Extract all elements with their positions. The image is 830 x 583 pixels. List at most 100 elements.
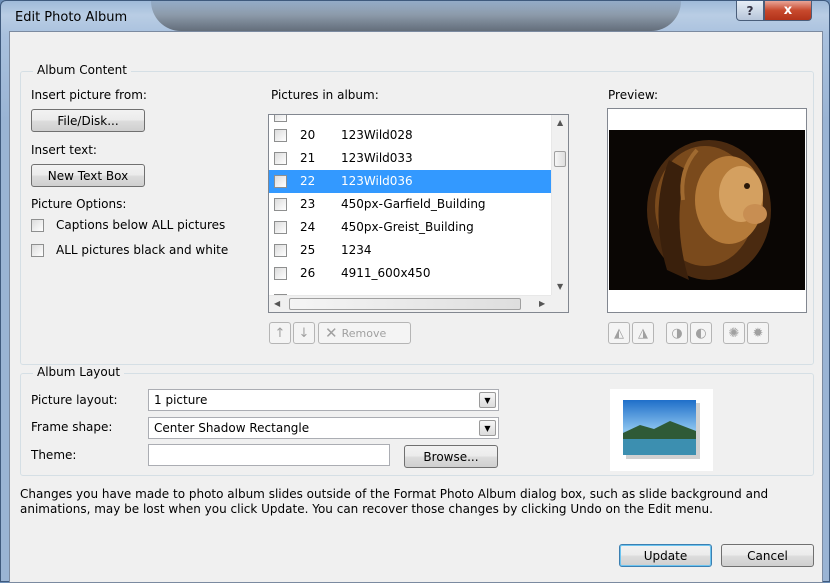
theme-input[interactable]	[148, 444, 390, 466]
close-icon: x	[783, 3, 793, 18]
scroll-down-icon[interactable]: ▼	[557, 283, 563, 291]
list-item-checkbox[interactable]	[274, 244, 287, 257]
list-item[interactable]: 26 4911_600x450	[269, 262, 552, 285]
pictures-list[interactable]: 20 123Wild028 21 123Wild033 22 123Wild036 23 45…	[268, 114, 569, 313]
list-item-number: 21	[300, 151, 316, 165]
move-down-button[interactable]: ↓	[293, 322, 315, 344]
frame-shape-select[interactable]: Center Shadow Rectangle ▼	[148, 417, 499, 439]
list-vertical-scrollbar[interactable]: ▲ ▼	[551, 115, 568, 296]
list-item[interactable]: 23 450px-Garfield_Building	[269, 193, 552, 216]
dialog-title: Edit Photo Album	[15, 10, 128, 25]
brightness-down-button[interactable]: ✹	[747, 322, 769, 344]
list-item[interactable]: 24 450px-Greist_Building	[269, 216, 552, 239]
list-item[interactable]: 25 1234	[269, 239, 552, 262]
remove-button-label: Remove	[341, 326, 387, 340]
list-item-checkbox[interactable]	[274, 152, 287, 165]
list-item-name: 450px-Garfield_Building	[341, 197, 486, 211]
contrast-down-button[interactable]: ◐	[690, 322, 712, 344]
captions-option-label[interactable]: Captions below ALL pictures	[56, 218, 225, 232]
list-item-checkbox[interactable]	[274, 129, 287, 142]
black-white-option-label[interactable]: ALL pictures black and white	[56, 243, 228, 257]
preview-label: Preview:	[608, 88, 659, 102]
frame-shape-value: Center Shadow Rectangle	[154, 421, 310, 435]
picture-options-label: Picture Options:	[31, 197, 127, 211]
brightness-up-button[interactable]: ✺	[723, 322, 745, 344]
remove-button[interactable]: ✕ Remove	[318, 322, 411, 344]
update-button[interactable]: Update	[619, 544, 712, 567]
list-item-number: 26	[300, 266, 316, 280]
list-item-name: 4911_600x450	[341, 266, 431, 280]
insert-text-label: Insert text:	[31, 143, 97, 157]
scroll-right-icon[interactable]: ▶	[539, 300, 545, 308]
browse-button[interactable]: Browse...	[404, 445, 498, 468]
dialog-window: Edit Photo Album ? x Album Content Inser…	[0, 0, 830, 583]
up-arrow-icon: ↑	[274, 325, 286, 341]
album-content-label: Album Content	[33, 63, 131, 77]
dialog-client-area: Album Content Insert picture from: File/…	[9, 31, 823, 583]
cancel-button[interactable]: Cancel	[721, 544, 814, 567]
horizontal-scroll-thumb[interactable]	[289, 298, 521, 310]
brightness-down-icon: ✹	[752, 325, 764, 341]
chevron-down-icon[interactable]: ▼	[479, 420, 496, 436]
list-item-checkbox[interactable]	[274, 221, 287, 234]
insert-picture-label: Insert picture from:	[31, 88, 147, 102]
list-item-number: 23	[300, 197, 316, 211]
new-text-box-button-label: New Text Box	[47, 168, 129, 183]
rotate-right-button[interactable]: ◮	[632, 322, 654, 344]
contrast-up-icon: ◑	[671, 325, 683, 341]
browse-button-label: Browse...	[423, 449, 479, 464]
remove-x-icon: ✕	[325, 324, 338, 342]
file-disk-button-label: File/Disk...	[57, 113, 119, 128]
contrast-up-button[interactable]: ◑	[666, 322, 688, 344]
scroll-left-icon[interactable]: ◀	[274, 300, 280, 308]
list-item-number: 24	[300, 220, 316, 234]
notice-text: Changes you have made to photo album sli…	[20, 487, 769, 516]
list-item-number: 22	[300, 174, 316, 188]
list-item-name: 123Wild033	[341, 151, 413, 165]
list-item-name: 123Wild036	[341, 174, 413, 188]
frame-shape-label: Frame shape:	[31, 420, 113, 434]
chevron-down-icon[interactable]: ▼	[479, 392, 496, 408]
lion-image	[609, 130, 805, 290]
rotate-left-button[interactable]: ◭	[608, 322, 630, 344]
picture-layout-value: 1 picture	[154, 393, 208, 407]
down-arrow-icon: ↓	[298, 325, 310, 341]
contrast-down-icon: ◐	[695, 325, 707, 341]
vertical-scroll-thumb[interactable]	[554, 151, 566, 167]
file-disk-button[interactable]: File/Disk...	[31, 109, 145, 132]
new-text-box-button[interactable]: New Text Box	[31, 164, 145, 187]
list-item-checkbox[interactable]	[274, 115, 287, 122]
preview-image	[609, 130, 805, 290]
close-button[interactable]: x	[764, 1, 812, 21]
picture-layout-select[interactable]: 1 picture ▼	[148, 389, 499, 411]
list-item[interactable]: 22 123Wild036	[269, 170, 552, 193]
list-item-number: 20	[300, 128, 316, 142]
update-button-label: Update	[643, 548, 688, 563]
move-up-button[interactable]: ↑	[269, 322, 291, 344]
list-item[interactable]: 21 123Wild033	[269, 147, 552, 170]
list-item[interactable]: 20 123Wild028	[269, 124, 552, 147]
list-horizontal-scrollbar[interactable]: ◀ ▶	[269, 295, 552, 312]
pictures-in-album-label: Pictures in album:	[271, 88, 379, 102]
rotate-left-icon: ◭	[614, 325, 624, 341]
list-item-partial-top[interactable]	[269, 115, 552, 124]
help-button[interactable]: ?	[736, 1, 764, 21]
help-icon: ?	[746, 3, 754, 18]
list-item-checkbox[interactable]	[274, 267, 287, 280]
brightness-up-icon: ✺	[728, 325, 740, 341]
theme-label: Theme:	[31, 448, 77, 462]
list-item-checkbox[interactable]	[274, 175, 287, 188]
scroll-up-icon[interactable]: ▲	[557, 119, 563, 127]
cancel-button-label: Cancel	[747, 548, 788, 563]
titlebar-shade	[151, 1, 681, 31]
captions-checkbox[interactable]	[31, 219, 44, 232]
preview-pane	[607, 108, 807, 313]
scroll-corner	[551, 295, 568, 312]
list-item-name: 1234	[341, 243, 372, 257]
black-white-checkbox[interactable]	[31, 244, 44, 257]
list-item-name: 450px-Greist_Building	[341, 220, 474, 234]
rotate-right-icon: ◮	[638, 325, 648, 341]
list-item-number: 25	[300, 243, 316, 257]
picture-layout-label: Picture layout:	[31, 393, 118, 407]
list-item-checkbox[interactable]	[274, 198, 287, 211]
